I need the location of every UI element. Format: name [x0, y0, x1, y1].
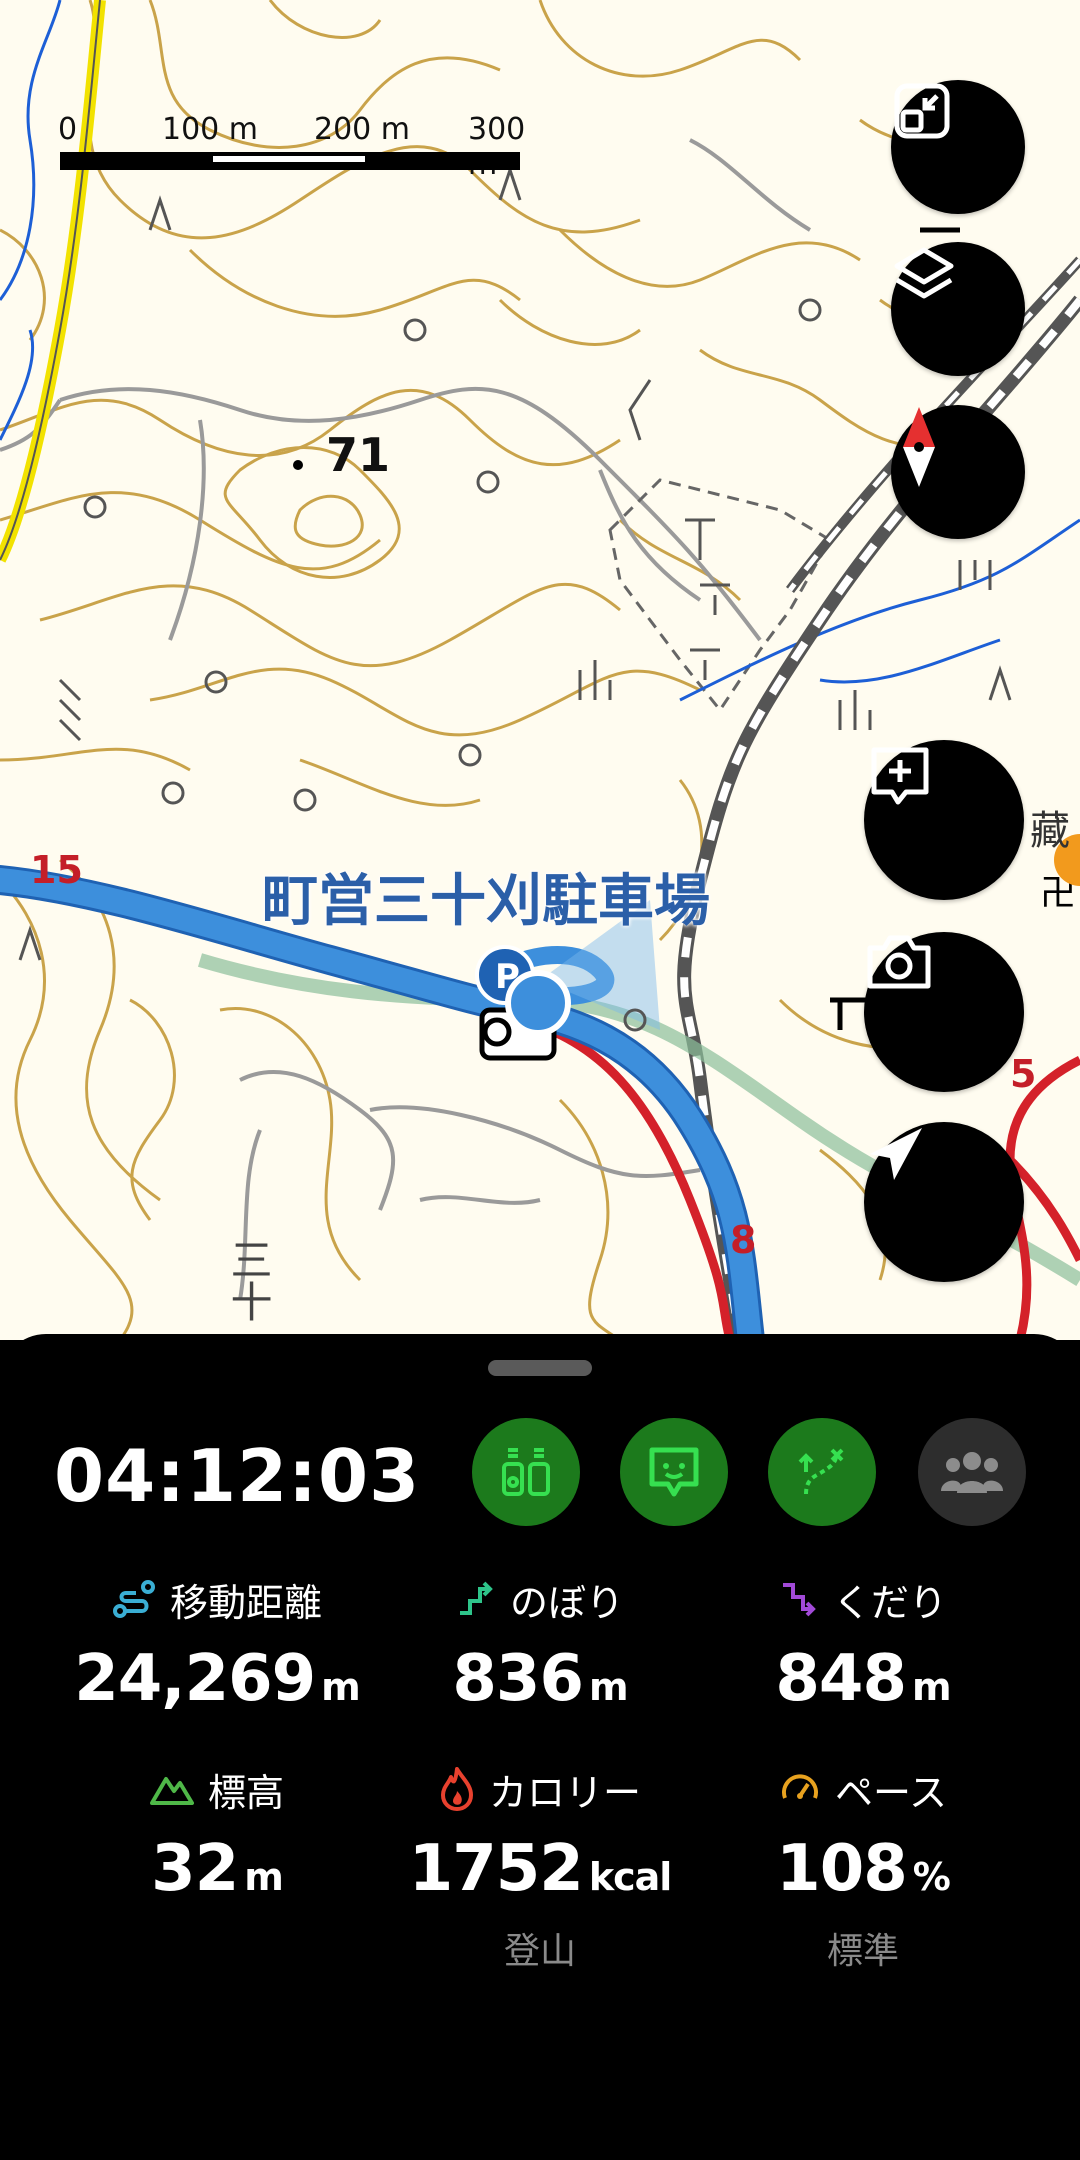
compass-button[interactable] — [891, 405, 1025, 539]
current-location-dot — [505, 970, 571, 1036]
stat-pace: ペース 108% 標準 — [698, 1764, 1028, 1974]
scale-label-200: 200 m — [314, 112, 411, 147]
route-plan-button[interactable] — [768, 1418, 876, 1526]
descent-unit: m — [911, 1665, 952, 1709]
altitude-unit: m — [244, 1855, 284, 1899]
binoculars-button[interactable] — [472, 1418, 580, 1526]
calories-unit: kcal — [588, 1855, 672, 1899]
activity-panel: 04:12:03 移動距離 24,269 m のぼり 836 m くだり 848… — [0, 1334, 1080, 2160]
ascent-icon — [459, 1581, 493, 1615]
chat-button[interactable] — [620, 1418, 728, 1526]
app-screen: P 卍 0 100 m 200 m 300 71 町営三十刈駐車場 15 8 5… — [0, 0, 1080, 2160]
scale-bar-graphic — [60, 152, 520, 170]
scale-label-300: 300 m — [468, 112, 526, 182]
route-plan-icon — [798, 1448, 844, 1495]
highway-outline — [0, 0, 101, 561]
descent-label: くだり — [832, 1580, 947, 1625]
calories-value: 1752 — [408, 1832, 584, 1906]
stat-calories: カロリー 1752 kcal 登山 — [375, 1764, 705, 1974]
route-marker-8: 8 — [730, 1218, 757, 1262]
scale-label-0: 0 — [58, 112, 78, 147]
route-marker-5: 5 — [1010, 1052, 1037, 1096]
fullscreen-exit-button[interactable] — [891, 80, 1025, 214]
calories-label: カロリー — [488, 1770, 641, 1815]
fullscreen-exit-icon — [894, 83, 950, 139]
chat-bubble-icon — [649, 1447, 699, 1497]
ascent-value: 836 — [452, 1642, 584, 1716]
contour-lines — [0, 0, 1001, 1340]
compass-icon — [903, 407, 935, 487]
speedometer-icon — [781, 1774, 818, 1799]
distance-icon — [112, 1580, 155, 1618]
stat-distance: 移動距離 24,269 m — [52, 1574, 382, 1716]
add-memo-button[interactable] — [864, 740, 1024, 900]
facility-boundary — [608, 478, 833, 713]
elevation-dot — [293, 460, 303, 470]
descent-icon — [782, 1583, 816, 1617]
my-location-button[interactable] — [864, 1122, 1024, 1282]
stat-altitude: 標高 32 m — [52, 1764, 382, 1906]
highway-yellow — [0, 0, 106, 563]
altitude-value: 32 — [151, 1832, 239, 1906]
distance-value: 24,269 — [74, 1642, 316, 1716]
route-marker-15: 15 — [30, 848, 83, 892]
pace-label: ペース — [834, 1770, 948, 1815]
add-memo-icon — [871, 747, 929, 805]
distance-label: 移動距離 — [169, 1580, 322, 1625]
group-icon — [941, 1452, 1003, 1493]
distance-unit: m — [321, 1665, 361, 1709]
pace-value: 108 — [776, 1832, 908, 1906]
calories-activity-type: 登山 — [503, 1931, 576, 1972]
flame-icon — [440, 1767, 473, 1811]
poi-label: 藏 — [1030, 808, 1070, 854]
ascent-label: のぼり — [509, 1580, 624, 1625]
pace-unit: % — [912, 1855, 951, 1899]
binoculars-icon — [502, 1448, 550, 1496]
stat-descent: くだり 848 m — [698, 1574, 1028, 1717]
ascent-unit: m — [588, 1665, 629, 1709]
scale-bar: 0 100 m 200 m 300 m — [58, 112, 528, 182]
elevation-label: 71 — [326, 428, 391, 482]
my-location-icon — [870, 1128, 922, 1180]
camera-icon — [867, 935, 931, 989]
descent-value: 848 — [775, 1642, 907, 1716]
area-label: 三十 — [224, 1238, 273, 1322]
elapsed-time: 04:12:03 — [54, 1434, 421, 1518]
scale-label-100: 100 m — [162, 112, 259, 147]
altitude-label: 標高 — [207, 1770, 284, 1815]
pace-level: 標準 — [826, 1931, 899, 1972]
layers-icon — [894, 247, 954, 299]
parking-label[interactable]: 町営三十刈駐車場 — [262, 856, 710, 937]
camera-button[interactable] — [864, 932, 1024, 1092]
stat-ascent: のぼり 836 m — [375, 1574, 705, 1717]
group-button[interactable] — [918, 1418, 1026, 1526]
sheet-drag-handle[interactable] — [488, 1360, 592, 1376]
topo-map[interactable]: P 卍 0 100 m 200 m 300 71 町営三十刈駐車場 15 8 5… — [0, 0, 1080, 1340]
layers-button[interactable] — [891, 242, 1025, 376]
mountain-icon — [149, 1777, 194, 1805]
